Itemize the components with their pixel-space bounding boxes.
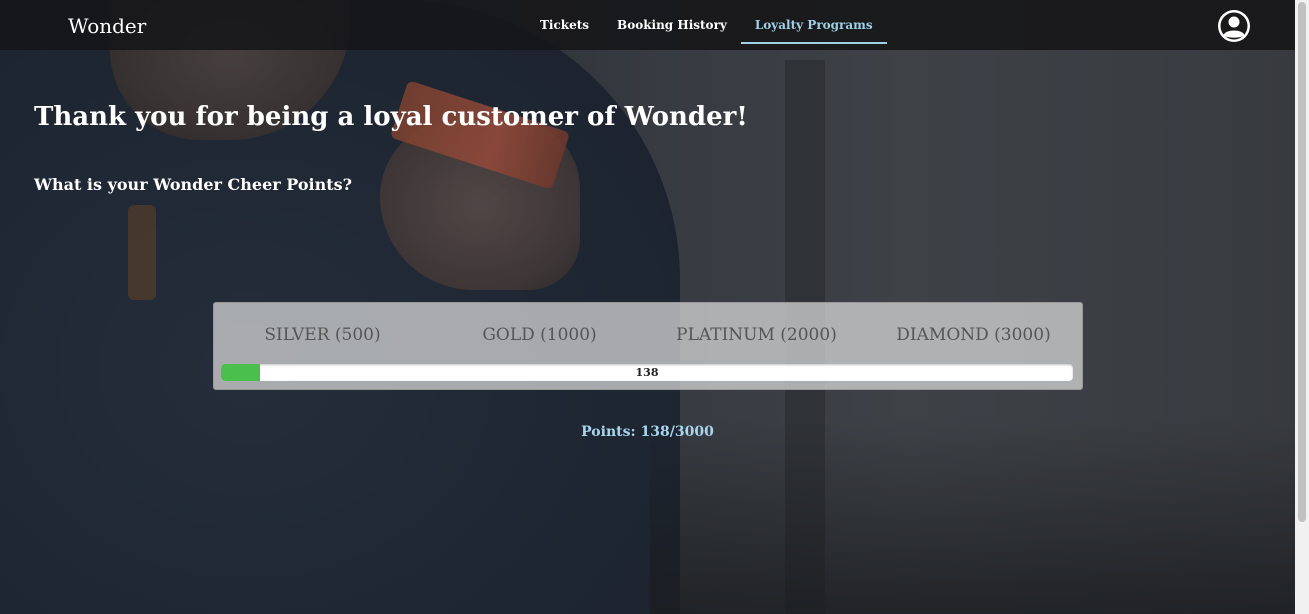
nav-links: Tickets Booking History Loyalty Programs: [526, 0, 887, 50]
points-progress-label: 138: [635, 366, 659, 379]
page-title: Thank you for being a loyal customer of …: [34, 102, 748, 132]
nav-link-tickets[interactable]: Tickets: [526, 0, 603, 44]
nav-link-booking-history[interactable]: Booking History: [603, 0, 741, 44]
tier-gold: GOLD (1000): [482, 325, 597, 345]
page-scrollbar[interactable]: [1295, 0, 1309, 614]
tier-silver: SILVER (500): [264, 325, 381, 345]
brand-logo[interactable]: Wonder: [68, 14, 146, 38]
points-progress-bar: 138: [221, 364, 1073, 381]
nav-link-loyalty-programs[interactable]: Loyalty Programs: [740, 0, 887, 44]
loyalty-tier-panel: SILVER (500) GOLD (1000) PLATINUM (2000)…: [213, 302, 1083, 390]
tier-list: SILVER (500) GOLD (1000) PLATINUM (2000)…: [214, 325, 1082, 345]
scrollbar-thumb[interactable]: [1298, 2, 1306, 522]
user-circle-icon[interactable]: [1216, 8, 1252, 44]
tier-platinum: PLATINUM (2000): [676, 325, 837, 345]
top-navbar: Wonder Tickets Booking History Loyalty P…: [0, 0, 1295, 50]
tier-diamond: DIAMOND (3000): [896, 325, 1051, 345]
points-summary: Points: 138/3000: [581, 424, 714, 440]
page-subtitle: What is your Wonder Cheer Points?: [34, 175, 353, 194]
